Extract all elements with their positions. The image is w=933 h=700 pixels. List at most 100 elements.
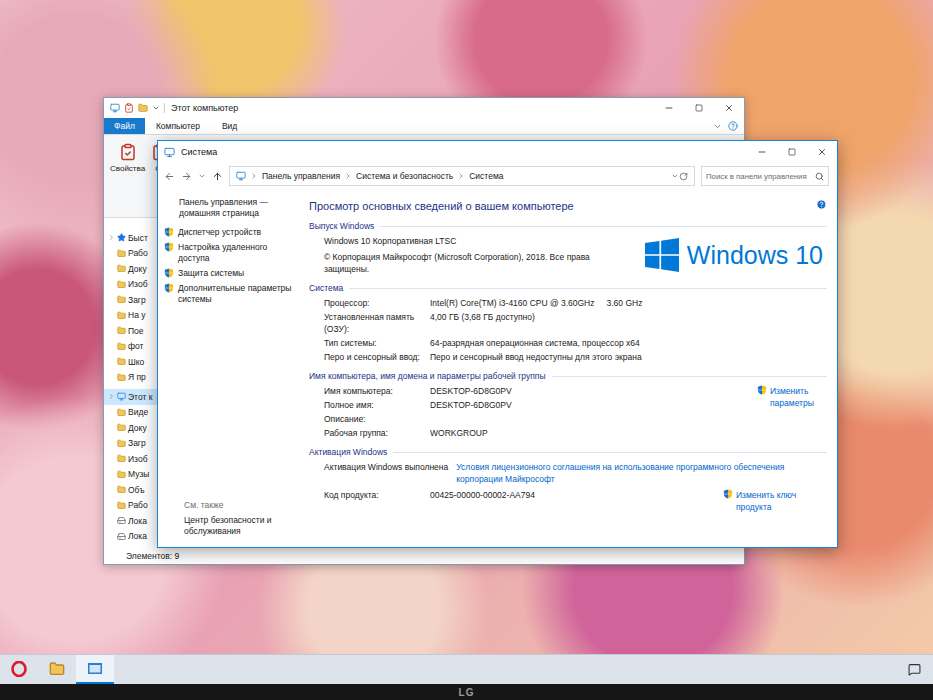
title-bar: Система [158,141,837,163]
chevron-icon[interactable] [108,393,115,400]
activation-status: Активация Windows выполненаУсловия лицен… [309,461,827,485]
folder-icon [117,485,126,494]
info-label: Полное имя: [324,399,424,411]
folder-icon [117,470,126,479]
minimize-button[interactable] [654,98,684,118]
sidebar-link[interactable]: Настройка удаленного доступа [164,242,297,264]
folder-icon [117,357,126,366]
help-icon[interactable] [728,121,738,131]
close-icon [724,103,734,113]
search-icon [815,172,824,181]
edition-line: Windows 10 Корпоративная LTSC [324,235,635,247]
drive-icon [117,532,126,541]
help-icon[interactable] [816,199,827,210]
folder-icon [117,501,126,510]
info-value: Перо и сенсорный ввод недоступны для это… [430,351,827,363]
search-field[interactable]: Поиск в панели управления [701,166,829,186]
info-value: DESKTOP-6D8G0PV [430,399,749,411]
home-link[interactable]: Панель управления — домашняя страница [164,197,297,219]
info-label: Имя компьютера: [324,385,424,397]
close-button[interactable] [714,98,744,118]
separator-icon [457,172,465,180]
taskbar-button[interactable] [38,655,76,684]
back-icon[interactable] [164,171,175,182]
monitor-brand: LG [459,687,475,698]
maximize-button[interactable] [777,141,807,163]
minimize-button[interactable] [747,141,777,163]
ribbon-tab[interactable]: Компьютер [145,118,211,134]
taskbar [0,654,933,684]
forward-icon[interactable] [181,171,192,182]
refresh-icon[interactable] [679,172,688,181]
breadcrumb-item[interactable]: Панель управления [262,171,340,181]
folder-icon [117,342,126,351]
separator-icon [344,172,352,180]
edition-section: Windows 10 Корпоративная LTSC © Корпораци… [309,235,827,275]
info-value: WORKGROUP [430,427,749,439]
up-icon[interactable] [212,171,223,182]
drive-icon [117,516,126,525]
maximize-icon [695,104,703,112]
breadcrumb-item[interactable]: Система и безопасность [356,171,453,181]
info-value: 4,00 ГБ (3,68 ГБ доступно) [430,311,827,335]
change-key-link[interactable]: Изменить ключ продукта [723,489,827,513]
info-value: Intel(R) Core(TM) i3-4160 CPU @ 3.60GHz3… [430,297,827,309]
explorer-icon [49,661,65,677]
info-label: Процессор: [324,297,424,309]
change-settings-link[interactable]: Изменить параметры [757,385,827,409]
folder-icon [117,264,126,273]
breadcrumb[interactable]: Панель управления Система и безопасность С… [229,166,695,186]
minimize-icon [757,147,767,157]
separator-icon [250,172,258,180]
folder-icon [117,311,126,320]
ribbon-tab[interactable]: Вид [211,118,248,134]
sidebar-link[interactable]: Диспетчер устройств [164,227,297,238]
minimize-icon [664,103,674,113]
folder-icon [117,439,126,448]
sidebar-link[interactable]: Защита системы [164,268,297,279]
folder-icon [117,295,126,304]
dropdown-icon[interactable] [671,172,679,180]
info-value: DESKTOP-6D8G0PV [430,385,749,397]
folder-icon[interactable] [138,103,148,113]
customize-icon[interactable] [152,104,160,112]
edition-line: © Корпорация Майкрософт (Microsoft Corpo… [324,251,635,275]
computer-name-info: Имя компьютера: DESKTOP-6D8G0PV Полное имя… [309,385,749,439]
info-value: 64-разрядная операционная система, проце… [430,337,827,349]
opera-icon [11,661,27,677]
notification-icon[interactable] [908,663,921,676]
address-bar: Панель управления Система и безопасность С… [158,163,837,189]
breadcrumb-item[interactable]: Система [469,171,503,181]
history-icon[interactable] [198,172,206,180]
system-info: Процессор: Intel(R) Core(TM) i3-4160 CPU … [309,297,827,363]
section-title: Имя компьютера, имя домена и параметры р… [309,370,827,382]
taskbar-button[interactable] [0,655,38,684]
folder-icon [117,249,126,258]
info-value: 00425-00000-00002-AA794 [430,489,715,501]
sidebar-link[interactable]: Дополнительные параметры системы [164,283,297,305]
maximize-icon [788,148,796,156]
system-window[interactable]: Система Панель управления Система и безопа… [157,140,838,548]
window-controls [747,141,837,163]
see-also-title: См. также [184,500,297,511]
taskbar-button[interactable] [76,655,114,684]
activation-info: Код продукта:00425-00000-00002-AA794 [309,489,715,501]
folder-icon [117,280,126,289]
close-button[interactable] [807,141,837,163]
ribbon-tab[interactable]: Файл [104,118,145,134]
license-link[interactable]: Условия лицензионного соглашения на испо… [456,461,827,485]
shield-icon [723,489,733,499]
shield-icon [164,227,174,237]
maximize-button[interactable] [684,98,714,118]
folder-icon [117,423,126,432]
info-label: Перо и сенсорный ввод: [324,351,424,363]
main-content: Просмотр основных сведений о вашем компь… [303,189,837,547]
section-title: Активация Windows [309,446,827,458]
expand-ribbon-icon[interactable] [713,122,722,131]
properties-icon[interactable] [124,103,134,113]
see-also-link[interactable]: Центр безопасности и обслуживания [184,515,297,537]
chevron-icon[interactable] [108,234,115,241]
ribbon-tabs: ФайлКомпьютерВид [104,118,744,134]
ribbon-button[interactable]: Свойства [108,141,147,175]
